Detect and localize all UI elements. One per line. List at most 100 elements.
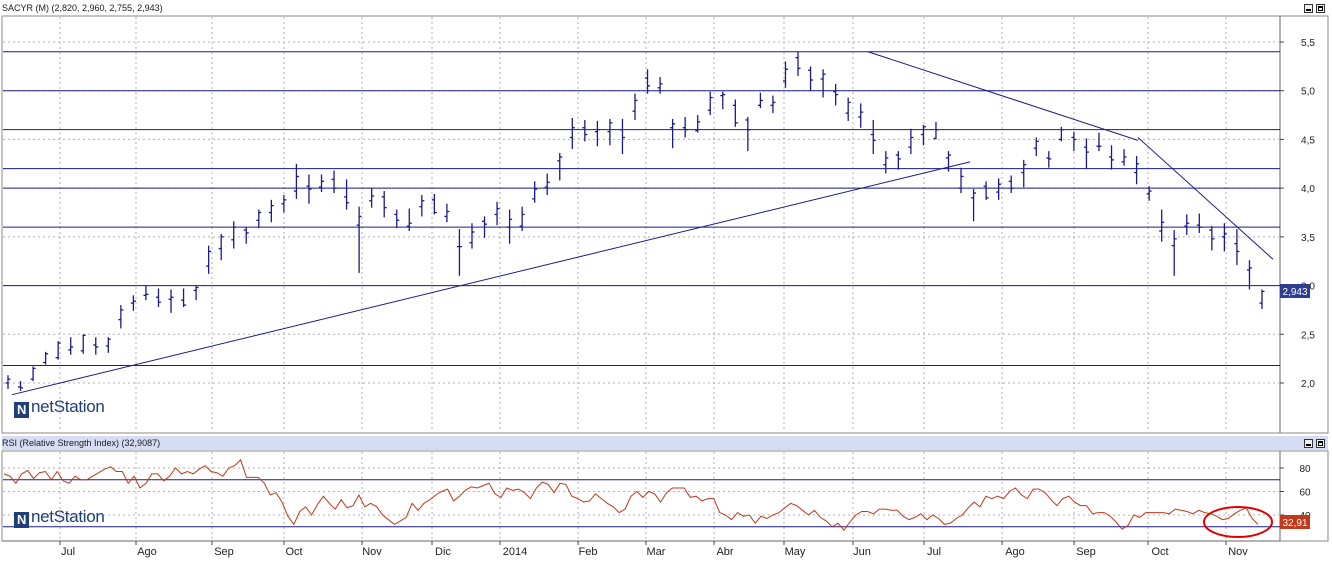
ohlc-bar-14 [181,288,187,308]
x-tick-label-6: 2014 [503,546,527,558]
ohlc-bar-6 [80,334,86,354]
chart-canvas[interactable]: 2,02,53,03,54,04,55,05,5 406080 JulAgoSe… [0,0,1332,561]
trendline-0 [11,161,971,396]
chart-window: SACYR (M) (2,820, 2,960, 2,755, 2,943) R… [0,0,1332,561]
x-tick-label-16: Nov [1228,546,1248,558]
ohlc-bar-65 [820,69,826,98]
price-ytick-label-4: 4,0 [1301,184,1315,195]
rsi-last-value-label: 32,91 [1280,515,1310,529]
ohlc-bar-93 [1171,230,1177,276]
x-tick-label-2: Sep [214,546,234,558]
ohlc-bar-0 [5,375,11,389]
x-tick-label-12: Jul [927,546,941,558]
ohlc-bar-54 [682,117,688,138]
ohlc-bar-85 [1071,131,1077,152]
ohlc-bar-60 [757,92,763,109]
x-tick-label-0: Jul [61,546,75,558]
ohlc-bar-78 [983,181,989,200]
ohlc-bar-58 [732,99,738,127]
price-ytick-label-5: 4,5 [1301,135,1315,146]
ohlc-bar-12 [155,288,161,308]
ohlc-bar-2 [30,366,36,382]
ohlc-bar-28 [356,206,362,273]
ohlc-bar-9 [118,305,124,329]
x-tick-label-9: Abr [716,546,733,558]
ohlc-bar-94 [1184,214,1190,235]
x-tick-label-10: May [785,546,806,558]
ohlc-bar-80 [1008,175,1014,194]
ohlc-bar-57 [720,91,726,110]
ohlc-bar-21 [268,199,274,223]
ohlc-bar-82 [1033,137,1039,156]
rsi-last-value-text: 32,91 [1282,518,1307,529]
netstation-logo: NnetStation [14,397,105,418]
ohlc-bar-56 [707,91,713,116]
ohlc-bar-67 [845,97,851,121]
ohlc-bar-70 [883,151,889,174]
netstation-logo-rsi: NnetStation [14,507,105,528]
ohlc-bar-87 [1096,132,1102,152]
rsi-ytick-label-1: 60 [1299,488,1311,499]
ohlc-bar-50 [632,93,638,120]
price-panel-frame [1,15,1329,434]
netstation-logo-rsi-text: netStation [31,507,105,526]
x-tick-label-7: Feb [579,546,598,558]
ohlc-bar-29 [369,188,375,208]
ohlc-bar-72 [908,128,914,155]
ohlc-bar-13 [168,289,174,313]
ohlc-bar-79 [996,178,1002,200]
ohlc-bar-8 [105,337,111,353]
ohlc-bar-19 [243,227,249,244]
ohlc-bar-34 [431,193,437,215]
netstation-logo-rsi-icon: N [14,512,29,528]
ohlc-bar-43 [544,173,550,195]
ohlc-bar-20 [256,209,262,229]
x-tick-label-1: Ago [137,546,157,558]
x-tick-label-5: Dic [435,546,451,558]
ohlc-bar-31 [394,209,400,229]
ohlc-bar-69 [870,119,876,155]
x-tick-label-15: Oct [1151,546,1168,558]
ohlc-bar-26 [331,170,337,194]
ohlc-bar-47 [594,120,600,147]
ohlc-bar-11 [143,285,149,301]
netstation-logo-icon: N [14,402,29,418]
ohlc-bar-59 [745,117,751,152]
ohlc-bar-27 [344,179,350,210]
price-ytick-label-1: 2,5 [1301,330,1315,341]
x-tick-label-11: Jun [853,546,871,558]
netstation-logo-text: netStation [31,397,105,416]
ohlc-bar-33 [419,194,425,217]
ohlc-bar-53 [670,118,676,149]
ohlc-bar-39 [494,201,500,226]
ohlc-bar-3 [43,351,49,365]
price-ytick-label-3: 3,5 [1301,233,1315,244]
x-tick-label-13: Ago [1005,546,1025,558]
ohlc-bar-73 [920,124,926,146]
ohlc-bar-25 [319,174,324,193]
ohlc-bar-48 [607,118,613,146]
ohlc-bar-61 [770,95,776,114]
ohlc-bar-15 [193,285,199,301]
x-tick-label-14: Sep [1076,546,1096,558]
ohlc-bar-35 [444,203,450,223]
trendline-2 [1137,137,1274,260]
rsi-series-line [3,458,1259,532]
ohlc-bar-64 [808,66,814,91]
ohlc-bar-17 [218,233,224,261]
ohlc-bar-44 [557,153,563,181]
ohlc-bar-88 [1109,145,1115,170]
ohlc-bar-32 [406,208,412,232]
ohlc-bar-98 [1234,229,1240,266]
x-tick-label-3: Oct [285,546,302,558]
ohlc-bar-81 [1021,159,1027,188]
ohlc-bar-89 [1121,149,1127,166]
x-tick-label-4: Nov [362,546,382,558]
ohlc-bar-86 [1083,138,1089,169]
ohlc-bar-45 [569,117,575,150]
ohlc-bar-7 [93,337,99,355]
ohlc-bar-22 [281,194,287,213]
ohlc-bar-49 [619,118,625,155]
x-tick-label-8: Mar [647,546,666,558]
ohlc-bar-95 [1196,213,1202,233]
